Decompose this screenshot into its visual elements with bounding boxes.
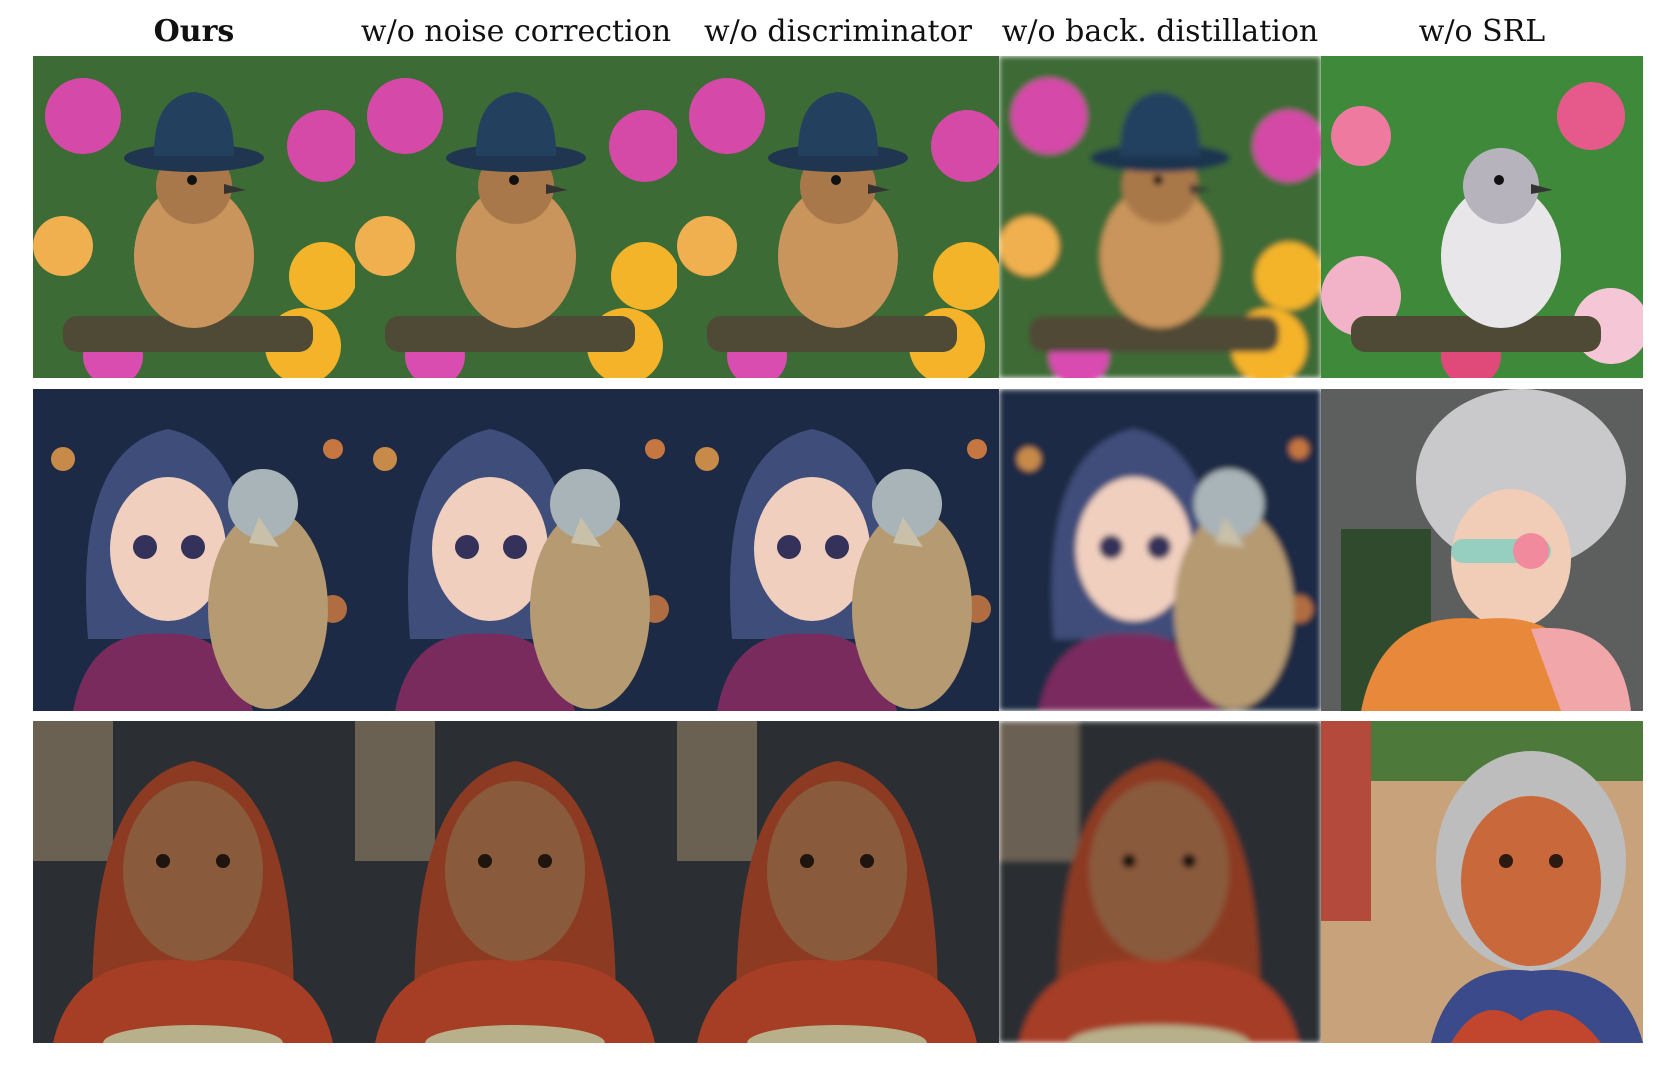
image-girl-srl <box>1321 389 1643 711</box>
image-woman-noise-correction <box>355 721 677 1043</box>
image-bird-srl <box>1321 56 1643 378</box>
image-girl-discriminator <box>677 389 999 711</box>
image-bird-back-distillation <box>999 56 1321 378</box>
image-woman-srl <box>1321 721 1643 1043</box>
image-girl-ours <box>33 389 355 711</box>
image-bird-noise-correction <box>355 56 677 378</box>
image-bird-ours <box>33 56 355 378</box>
image-woman-back-distillation <box>999 721 1321 1043</box>
image-girl-back-distillation <box>999 389 1321 711</box>
image-bird-discriminator <box>677 56 999 378</box>
image-girl-noise-correction <box>355 389 677 711</box>
image-woman-discriminator <box>677 721 999 1043</box>
image-woman-ours <box>33 721 355 1043</box>
